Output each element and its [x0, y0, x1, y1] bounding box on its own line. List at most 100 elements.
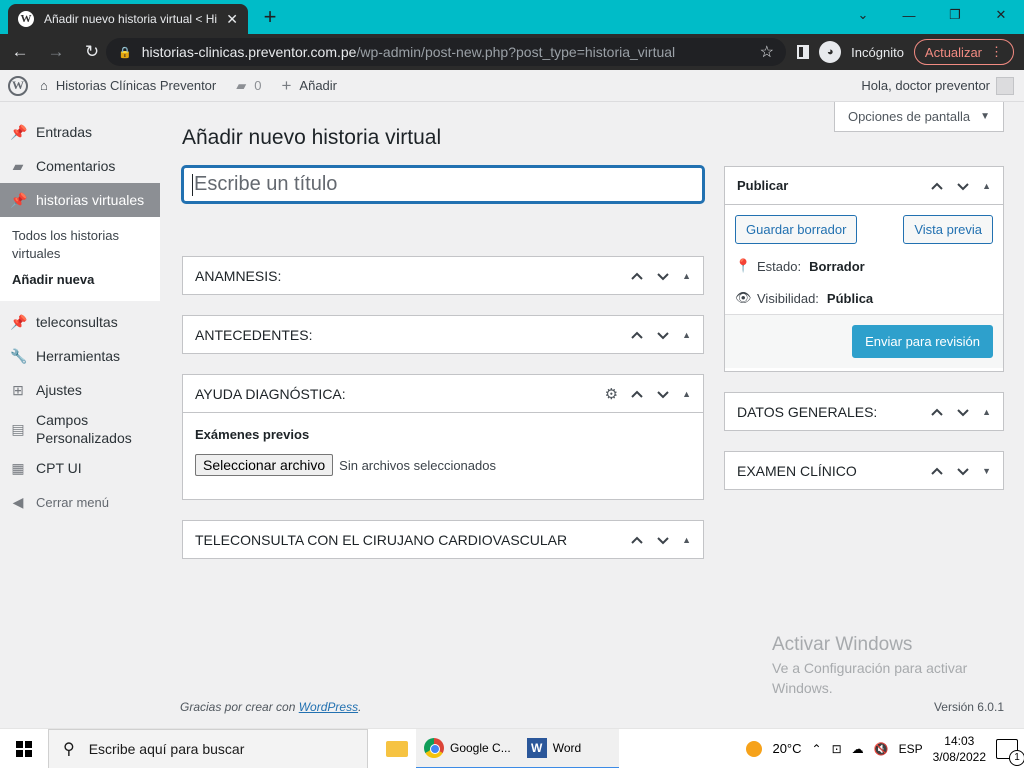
- sidebar-item-campos-personalizados[interactable]: ▤ Campos Personalizados: [0, 407, 160, 451]
- tab-close-icon[interactable]: ✕: [226, 11, 238, 28]
- file-status: Sin archivos seleccionados: [339, 457, 496, 473]
- move-up-icon[interactable]: [630, 328, 644, 342]
- field-label: Exámenes previos: [195, 427, 310, 442]
- network-icon[interactable]: ⊡: [832, 742, 842, 756]
- update-button[interactable]: Actualizar ⋮: [913, 39, 1014, 65]
- postbox-datos-generales: DATOS GENERALES: ▲: [724, 392, 1004, 431]
- sidebar-item-comentarios[interactable]: ▰ Comentarios: [0, 149, 160, 183]
- move-down-icon[interactable]: [656, 328, 670, 342]
- my-account-link[interactable]: Hola, doctor preventor: [861, 76, 1014, 95]
- sidebar-item-historias-virtuales[interactable]: 📌 historias virtuales: [0, 183, 160, 217]
- forward-button[interactable]: →: [40, 38, 72, 66]
- footer-thanks-prefix: Gracias por crear con: [180, 700, 299, 714]
- submit-for-review-button[interactable]: Enviar para revisión: [852, 325, 993, 358]
- move-up-icon[interactable]: [930, 179, 944, 193]
- address-bar[interactable]: 🔒 historias-clinicas.preventor.com.pe/wp…: [106, 38, 786, 66]
- move-up-icon[interactable]: [930, 464, 944, 478]
- sidebar-item-label: Campos Personalizados: [36, 412, 132, 446]
- table-icon: ▤: [11, 420, 25, 437]
- toggle-panel-icon[interactable]: ▲: [682, 535, 691, 545]
- postbox-title: DATOS GENERALES:: [737, 403, 878, 420]
- sidebar-item-entradas[interactable]: 📌 Entradas: [0, 115, 160, 149]
- save-draft-button[interactable]: Guardar borrador: [735, 215, 858, 244]
- move-up-icon[interactable]: [630, 269, 644, 283]
- move-up-icon[interactable]: [630, 533, 644, 547]
- wp-admin-bar: W ⌂ Historias Clínicas Preventor ▰ 0 + A…: [0, 70, 1024, 102]
- volume-muted-icon[interactable]: 🔇: [874, 742, 889, 756]
- cloud-icon[interactable]: ☁: [852, 742, 864, 756]
- post-title-input[interactable]: Escribe un título: [182, 166, 704, 203]
- visibility-value: Pública: [826, 290, 874, 306]
- weather-sun-icon[interactable]: [746, 740, 763, 757]
- word-taskbar-button[interactable]: W Word: [518, 728, 619, 768]
- tab-search-icon[interactable]: ⌄: [840, 4, 886, 26]
- windows-logo-icon: [16, 740, 32, 757]
- chrome-taskbar-button[interactable]: Google C...: [416, 728, 519, 768]
- gear-icon[interactable]: ⚙: [605, 385, 618, 403]
- home-icon: ⌂: [40, 78, 48, 93]
- page-title: Añadir nuevo historia virtual: [182, 126, 442, 149]
- new-content-link[interactable]: + Añadir: [281, 76, 337, 96]
- toggle-panel-icon[interactable]: ▲: [682, 330, 691, 340]
- taskbar-search[interactable]: ⚲ Escribe aquí para buscar: [48, 728, 368, 768]
- move-down-icon[interactable]: [656, 269, 670, 283]
- side-panel-icon[interactable]: [797, 45, 810, 59]
- url-path: /wp-admin/post-new.php?post_type=histori…: [356, 44, 676, 60]
- wordpress-logo-icon[interactable]: W: [8, 75, 28, 96]
- back-button[interactable]: ←: [4, 38, 36, 66]
- choose-file-button[interactable]: Seleccionar archivo: [195, 454, 334, 476]
- toggle-panel-icon[interactable]: ▲: [982, 181, 991, 191]
- sidebar-item-herramientas[interactable]: 🔧 Herramientas: [0, 339, 160, 373]
- site-name-link[interactable]: ⌂ Historias Clínicas Preventor: [40, 78, 216, 93]
- toggle-panel-icon[interactable]: ▲: [682, 389, 691, 399]
- sidebar-item-ajustes[interactable]: ⊞ Ajustes: [0, 373, 160, 407]
- toggle-panel-icon[interactable]: ▲: [682, 271, 691, 281]
- move-up-icon[interactable]: [630, 387, 644, 401]
- restore-button[interactable]: ❐: [932, 4, 978, 26]
- move-down-icon[interactable]: [956, 464, 970, 478]
- postbox-examen-clinico: EXAMEN CLÍNICO ▼: [724, 451, 1004, 490]
- postbox-title: AYUDA DIAGNÓSTICA:: [195, 385, 346, 402]
- sidebar-item-teleconsultas[interactable]: 📌 teleconsultas: [0, 305, 160, 339]
- move-down-icon[interactable]: [956, 405, 970, 419]
- status-row: 📍 Estado: Borrador: [725, 250, 1003, 282]
- chevron-up-icon[interactable]: ⌃: [812, 742, 822, 756]
- pin-status-icon: 📍: [735, 258, 752, 273]
- watermark-text: Ve a Configuración para activar Windows.: [772, 660, 968, 696]
- postbox-publish: Publicar ▲ Guardar borrador Vista previa…: [724, 166, 1004, 372]
- comments-count: 0: [254, 78, 262, 93]
- move-down-icon[interactable]: [956, 179, 970, 193]
- historias-submenu: Todos los historias virtuales Añadir nue…: [0, 217, 160, 301]
- close-window-button[interactable]: ✕: [978, 4, 1024, 26]
- temperature[interactable]: 20°C: [772, 741, 801, 756]
- toggle-panel-icon[interactable]: ▼: [982, 466, 991, 476]
- new-tab-button[interactable]: +: [258, 4, 282, 29]
- move-down-icon[interactable]: [656, 387, 670, 401]
- browser-tab[interactable]: W Añadir nuevo historia virtual < Hi ✕: [8, 4, 248, 34]
- sidebar-item-label: Cerrar menú: [36, 494, 109, 510]
- screen-options-button[interactable]: Opciones de pantalla ▼: [834, 102, 1004, 132]
- wordpress-link[interactable]: WordPress: [299, 700, 358, 714]
- move-up-icon[interactable]: [930, 405, 944, 419]
- minimize-button[interactable]: —: [886, 4, 932, 26]
- comments-link[interactable]: ▰ 0: [236, 78, 261, 94]
- submenu-add-new[interactable]: Añadir nueva: [0, 267, 160, 293]
- postbox-anamnesis: ANAMNESIS: ▲: [182, 256, 704, 295]
- word-label: Word: [552, 740, 582, 755]
- move-down-icon[interactable]: [656, 533, 670, 547]
- toggle-panel-icon[interactable]: ▲: [982, 407, 991, 417]
- sidebar-item-cpt-ui[interactable]: ▦ CPT UI: [0, 451, 160, 485]
- language[interactable]: ESP: [899, 742, 923, 756]
- start-button[interactable]: [0, 729, 48, 768]
- collapse-menu-button[interactable]: ◀ Cerrar menú: [0, 485, 160, 519]
- clock[interactable]: 14:03 3/08/2022: [933, 733, 986, 765]
- bookmark-star-icon[interactable]: ☆: [760, 42, 774, 62]
- update-label: Actualizar: [924, 44, 982, 60]
- preview-button[interactable]: Vista previa: [903, 215, 993, 244]
- search-icon: ⚲: [63, 740, 75, 758]
- file-explorer-button[interactable]: [378, 729, 416, 768]
- notification-center-icon[interactable]: 1: [996, 738, 1024, 766]
- title-placeholder: Escribe un título: [194, 173, 338, 195]
- reload-button[interactable]: ↻: [76, 38, 108, 66]
- submenu-all-historias[interactable]: Todos los historias virtuales: [0, 223, 160, 267]
